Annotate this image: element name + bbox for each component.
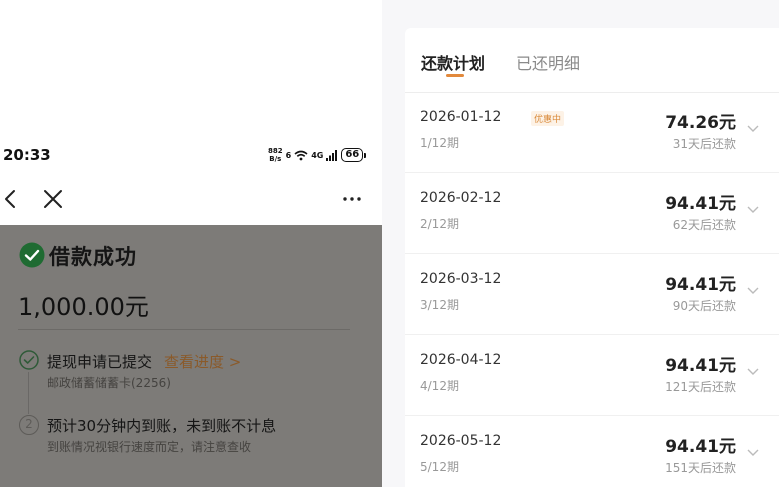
installment-date: 2026-02-12 xyxy=(420,190,502,206)
installment-due: 121天后还款 xyxy=(665,380,736,394)
installment-period: 5/12期 xyxy=(420,460,459,474)
installment-amount: 94.41元 xyxy=(665,356,736,376)
network-speed-value: 882 xyxy=(268,147,283,155)
status-icons: 882 B/s 6 4G 66 xyxy=(268,147,367,163)
step-title: 预计30分钟内到账，未到账不计息 xyxy=(47,417,277,435)
cell-label: 4G xyxy=(311,150,324,160)
installment-row[interactable]: 2026-05-12 5/12期 94.41元 151天后还款 xyxy=(405,416,779,487)
installment-date: 2026-04-12 xyxy=(420,352,502,368)
step-number-icon: 2 xyxy=(19,415,39,435)
chevron-down-icon[interactable] xyxy=(747,287,759,295)
network-speed-unit: B/s xyxy=(269,155,282,163)
chevron-down-icon[interactable] xyxy=(747,368,759,376)
installment-row[interactable]: 2026-02-12 2/12期 94.41元 62天后还款 xyxy=(405,173,779,254)
nav-bar xyxy=(0,182,382,216)
tab-repayment-plan[interactable]: 还款计划 xyxy=(421,50,485,74)
installment-period: 3/12期 xyxy=(420,298,459,312)
check-circle-icon xyxy=(19,242,45,268)
installment-date: 2026-01-12 xyxy=(420,109,502,125)
installment-date: 2026-05-12 xyxy=(420,433,502,449)
close-icon[interactable] xyxy=(42,188,64,210)
installment-due: 90天后还款 xyxy=(672,299,736,313)
chevron-down-icon[interactable] xyxy=(747,125,759,133)
discount-badge: 优惠中 xyxy=(531,111,565,126)
battery-indicator: 66 xyxy=(341,148,367,162)
installment-amount: 94.41元 xyxy=(665,275,736,295)
battery-level: 66 xyxy=(341,148,364,162)
installment-date: 2026-03-12 xyxy=(420,271,502,287)
installment-row[interactable]: 2026-04-12 4/12期 94.41元 121天后还款 xyxy=(405,335,779,416)
installment-row[interactable]: 2026-01-12 优惠中 1/12期 74.26元 31天后还款 xyxy=(405,92,779,173)
installment-period: 1/12期 xyxy=(420,136,459,150)
installment-row[interactable]: 2026-03-12 3/12期 94.41元 90天后还款 xyxy=(405,254,779,335)
installment-amount: 94.41元 xyxy=(665,194,736,214)
wifi-icon xyxy=(294,150,308,160)
installment-amount: 74.26元 xyxy=(665,113,736,133)
active-tab-indicator xyxy=(446,74,464,77)
installment-due: 151天后还款 xyxy=(665,461,736,475)
loan-success-title: 借款成功 xyxy=(49,245,137,269)
status-bar: 20:33 882 B/s 6 4G 66 xyxy=(0,144,382,168)
installment-period: 4/12期 xyxy=(420,379,459,393)
installment-period: 2/12期 xyxy=(420,217,459,231)
battery-tip xyxy=(364,152,367,158)
status-time: 20:33 xyxy=(3,146,51,164)
installment-due: 31天后还款 xyxy=(672,137,736,151)
signal-icon xyxy=(326,149,338,161)
step-connector xyxy=(28,372,29,414)
more-icon[interactable] xyxy=(340,188,364,210)
chevron-left-icon[interactable] xyxy=(2,188,20,210)
step-note: 到账情况视银行速度而定，请注意查收 xyxy=(47,440,252,454)
step-title: 提现申请已提交 xyxy=(47,353,153,371)
chevron-down-icon[interactable] xyxy=(747,449,759,457)
installment-amount: 94.41元 xyxy=(665,437,736,457)
network-speed: 882 B/s xyxy=(268,147,283,163)
wifi-label: 6 xyxy=(285,150,292,160)
tab-repaid-details[interactable]: 已还明细 xyxy=(516,50,580,74)
installment-due: 62天后还款 xyxy=(672,218,736,232)
view-progress-link[interactable]: 查看进度 > xyxy=(164,351,241,372)
loan-status-panel: 20:33 882 B/s 6 4G 66 借款成功 1,000.00元 提现申… xyxy=(0,0,382,487)
step-check-icon xyxy=(19,350,39,370)
divider xyxy=(18,329,350,330)
chevron-down-icon[interactable] xyxy=(747,206,759,214)
bank-card-info: 邮政储蓄储蓄卡(2256) xyxy=(47,376,171,390)
loan-amount: 1,000.00元 xyxy=(18,293,149,321)
repayment-schedule-panel: 还款计划 已还明细 2026-01-12 优惠中 1/12期 74.26元 31… xyxy=(382,0,779,487)
